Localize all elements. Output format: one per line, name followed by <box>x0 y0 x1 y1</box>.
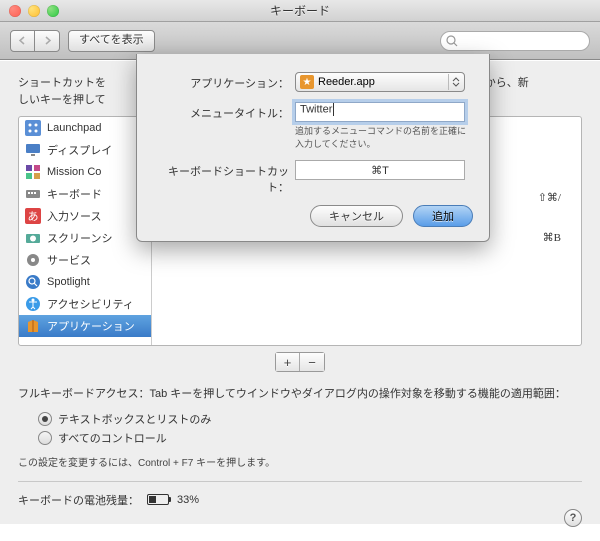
remove-button[interactable]: − <box>300 353 324 371</box>
help-button[interactable]: ? <box>564 509 582 527</box>
sidebar-item-applications[interactable]: アプリケーション <box>19 315 151 337</box>
sidebar-item-mission[interactable]: Mission Co <box>19 161 151 183</box>
sidebar-item-accessibility[interactable]: アクセシビリティ <box>19 293 151 315</box>
battery-status: キーボードの電池残量： 33% <box>18 492 582 514</box>
window-title: キーボード <box>0 2 600 19</box>
battery-icon <box>147 494 169 505</box>
sidebar-item-label: スクリーンシ <box>47 230 112 246</box>
sidebar-item-screenshot[interactable]: スクリーンシ <box>19 227 151 249</box>
services-icon <box>25 252 41 268</box>
application-label: アプリケーション： <box>153 72 295 91</box>
sidebar-item-label: アクセシビリティ <box>47 296 134 312</box>
radio-label: テキストボックスとリストのみ <box>58 411 211 427</box>
sidebar-item-label: キーボード <box>47 186 102 202</box>
show-all-button[interactable]: すべてを表示 <box>68 30 155 52</box>
add-button[interactable]: + <box>276 353 300 371</box>
shortcut-field[interactable]: ⌘T <box>295 160 465 180</box>
sidebar-item-label: Launchpad <box>47 122 101 134</box>
radio-icon <box>38 431 52 445</box>
back-button[interactable] <box>10 30 35 52</box>
menu-title-input[interactable]: Twitter <box>295 102 465 122</box>
sidebar-item-input[interactable]: あ入力ソース <box>19 205 151 227</box>
battery-value: 33% <box>177 494 199 506</box>
sidebar-item-label: Spotlight <box>47 276 90 288</box>
add-confirm-button[interactable]: 追加 <box>413 205 473 227</box>
cancel-button[interactable]: キャンセル <box>310 205 403 227</box>
input-source-icon: あ <box>25 208 41 224</box>
application-icon <box>25 318 41 334</box>
radio-label: すべてのコントロール <box>58 430 167 446</box>
svg-text:あ: あ <box>28 210 39 223</box>
radio-icon <box>38 412 52 426</box>
menu-title-hint: 追加するメニューコマンドの名前を正確に入力してください。 <box>295 125 473 150</box>
screenshot-icon <box>25 230 41 246</box>
radio-textboxes[interactable]: テキストボックスとリストのみ <box>38 411 582 427</box>
menu-title-value: Twitter <box>300 103 332 115</box>
sidebar-item-keyboard[interactable]: キーボード <box>19 183 151 205</box>
sidebar-item-label: アプリケーション <box>47 318 135 334</box>
launchpad-icon <box>25 120 41 136</box>
accessibility-icon <box>25 296 41 312</box>
shortcut-display: ⇧⌘/ <box>538 191 561 204</box>
sidebar-item-display[interactable]: ディスプレイ <box>19 139 151 161</box>
shortcut-display: ⌘B <box>543 231 561 244</box>
change-hint: この設定を変更するには、Control + F7 キーを押します。 <box>18 454 582 469</box>
category-sidebar: Launchpad ディスプレイ Mission Co キーボード あ入力ソース… <box>19 117 152 345</box>
battery-label: キーボードの電池残量： <box>18 492 139 508</box>
radio-allcontrols[interactable]: すべてのコントロール <box>38 430 582 446</box>
sidebar-item-label: サービス <box>47 252 91 268</box>
add-shortcut-sheet: アプリケーション： ★ Reeder.app メニュータイトル： Twitter… <box>136 54 490 242</box>
display-icon <box>25 142 41 158</box>
reeder-app-icon: ★ <box>300 75 314 89</box>
sidebar-item-launchpad[interactable]: Launchpad <box>19 117 151 139</box>
spotlight-icon <box>25 274 41 290</box>
shortcut-value: ⌘T <box>371 164 389 177</box>
titlebar: キーボード <box>0 0 600 22</box>
sidebar-item-label: Mission Co <box>47 166 101 178</box>
popup-arrows-icon <box>448 74 462 90</box>
keyboard-icon <box>25 186 41 202</box>
sidebar-item-services[interactable]: サービス <box>19 249 151 271</box>
search-icon <box>445 34 459 48</box>
search-input[interactable] <box>440 31 590 51</box>
menu-title-label: メニュータイトル： <box>153 102 295 121</box>
sidebar-item-label: 入力ソース <box>47 208 101 224</box>
shortcut-label: キーボードショートカット： <box>153 160 295 195</box>
sidebar-item-spotlight[interactable]: Spotlight <box>19 271 151 293</box>
forward-button[interactable] <box>35 30 60 52</box>
application-popup[interactable]: ★ Reeder.app <box>295 72 465 92</box>
divider <box>18 481 582 482</box>
mission-control-icon <box>25 164 41 180</box>
full-keyboard-text: フルキーボードアクセス：Tab キーを押してウインドウやダイアログ内の操作対象を… <box>18 386 582 403</box>
sidebar-item-label: ディスプレイ <box>47 142 112 158</box>
application-value: Reeder.app <box>318 76 375 88</box>
